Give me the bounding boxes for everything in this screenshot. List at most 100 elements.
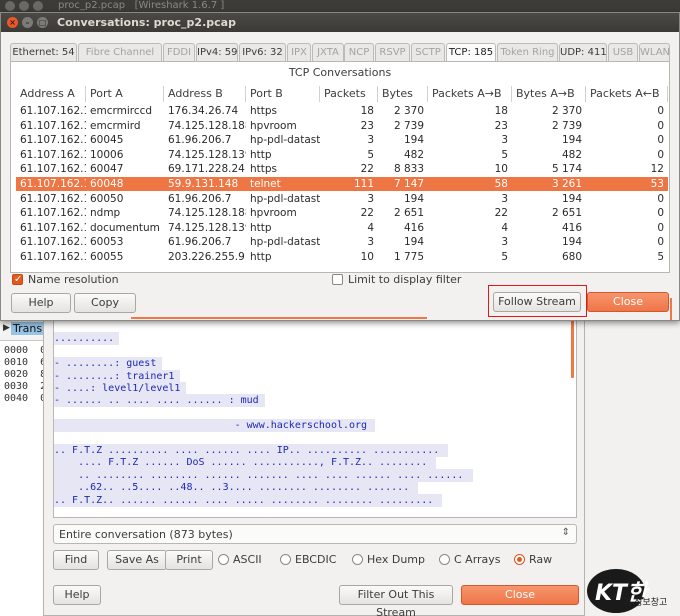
- column-header-7[interactable]: Bytes A→B: [512, 86, 586, 102]
- tab-tcp-185[interactable]: TCP: 185: [446, 43, 496, 62]
- table-cell: 74.125.128.139: [168, 148, 246, 161]
- table-row[interactable]: 61.107.162.19 emcrmirccd 176.34.26.74 https…: [16, 104, 668, 118]
- tab-udp-411[interactable]: UDP: 411: [559, 43, 607, 61]
- checkbox-unchecked-icon[interactable]: [332, 274, 343, 285]
- tab-ipx[interactable]: IPX: [287, 43, 311, 61]
- column-header-5[interactable]: Bytes: [378, 86, 428, 102]
- tab-usb[interactable]: USB: [608, 43, 638, 61]
- table-cell: 194: [403, 236, 424, 249]
- minimize-dot-icon[interactable]: [19, 1, 29, 11]
- packet-detail-row[interactable]: ▶ Trans: [0, 320, 45, 338]
- table-row[interactable]: 61.107.162.19 ndmp 74.125.128.188 hpvroom 22…: [16, 206, 668, 220]
- filter-out-stream-button[interactable]: Filter Out This Stream: [339, 585, 453, 616]
- tab-ncp[interactable]: NCP: [344, 43, 374, 61]
- stream-line: .. F.T.Z .......... .... ...... .... IP.…: [54, 444, 449, 457]
- tab-ethernet-54[interactable]: Ethernet: 54: [10, 43, 77, 61]
- watermark-sub-text: 의 정보창고: [623, 598, 668, 608]
- table-row[interactable]: 61.107.162.19 60047 69.171.228.24 https 22 8 …: [16, 162, 668, 176]
- checkbox-checked-icon[interactable]: [12, 272, 23, 288]
- tab-sctp[interactable]: SCTP: [411, 43, 445, 61]
- table-cell: 5: [501, 251, 508, 263]
- conversations-dialog: × – □ Conversations: proc_p2.pcap Ethern…: [0, 12, 680, 321]
- stream-help-button[interactable]: Help: [53, 585, 101, 605]
- format-radio-hex-dump[interactable]: Hex Dump: [352, 552, 425, 568]
- dialog-close-button[interactable]: Close: [587, 292, 669, 312]
- table-cell: 7 147: [393, 178, 424, 190]
- table-cell: 482: [403, 148, 424, 161]
- tab-fddi[interactable]: FDDI: [163, 43, 195, 61]
- table-cell: 3: [501, 236, 508, 249]
- table-cell: 0: [657, 134, 664, 147]
- find-button[interactable]: Find: [53, 550, 99, 570]
- stream-line: .. F.T.Z.. ...... ...... .... ..... ....…: [54, 493, 443, 507]
- table-cell: 0: [657, 221, 664, 234]
- table-cell: 2 370: [551, 105, 582, 117]
- stream-line: ..........: [54, 332, 119, 346]
- column-header-2[interactable]: Address B: [164, 86, 246, 102]
- table-row[interactable]: 61.107.162.19 60055 203.226.255.9 http 10 1 7…: [16, 250, 668, 264]
- column-header-4[interactable]: Packets: [320, 86, 378, 102]
- close-icon[interactable]: ×: [7, 17, 18, 28]
- format-radio-ebcdic[interactable]: EBCDIC: [280, 552, 336, 568]
- format-radio-ascii[interactable]: ASCII: [218, 552, 262, 568]
- column-header-6[interactable]: Packets A→B: [428, 86, 512, 102]
- radio-unselected-icon[interactable]: [218, 554, 229, 565]
- radio-unselected-icon[interactable]: [280, 554, 291, 565]
- table-cell: ndmp: [90, 207, 121, 220]
- tab-fibre-channel[interactable]: Fibre Channel: [78, 43, 162, 61]
- table-cell: 194: [561, 134, 582, 147]
- tab-token-ring[interactable]: Token Ring: [497, 43, 558, 61]
- radio-unselected-icon[interactable]: [352, 554, 363, 565]
- stream-close-button[interactable]: Close: [461, 585, 579, 605]
- table-row[interactable]: 61.107.162.19 10006 74.125.128.139 http 5 482…: [16, 148, 668, 162]
- format-radio-c-arrays[interactable]: C Arrays: [439, 552, 501, 568]
- name-resolution-checkbox[interactable]: Name resolution: [12, 272, 119, 288]
- stream-content[interactable]: .......... - ........: guest - ........: t…: [53, 318, 577, 518]
- dialog-help-button[interactable]: Help: [11, 293, 71, 313]
- column-header-0[interactable]: Address A: [16, 86, 86, 102]
- tab-wlan[interactable]: WLAN: [639, 43, 670, 61]
- table-cell: 2 651: [551, 207, 582, 220]
- table-vscroll-thumb[interactable]: [670, 298, 672, 320]
- table-row[interactable]: 61.107.162.19 60050 61.96.206.7 hp-pdl-data…: [16, 192, 668, 206]
- minimize-icon[interactable]: –: [22, 17, 33, 28]
- table-cell: 0: [657, 207, 664, 220]
- copy-button[interactable]: Copy: [74, 293, 136, 313]
- tab-rsvp[interactable]: RSVP: [375, 43, 410, 61]
- limit-display-filter-checkbox[interactable]: Limit to display filter: [332, 272, 461, 288]
- tab-ipv6-32[interactable]: IPv6: 32: [239, 43, 286, 61]
- conversations-table: TCP Conversations Address A Port A Address…: [10, 61, 672, 320]
- close-dot-icon[interactable]: [5, 1, 15, 11]
- column-header-3[interactable]: Port B: [246, 86, 320, 102]
- radio-unselected-icon[interactable]: [439, 554, 450, 565]
- stream-scroll-thumb[interactable]: [571, 318, 574, 378]
- table-cell: 61.107.162.19: [20, 105, 86, 117]
- window-controls[interactable]: [5, 1, 47, 12]
- packet-detail-label[interactable]: Trans: [11, 322, 45, 335]
- table-cell: 2 739: [393, 119, 424, 132]
- stream-line: - ........: guest: [54, 357, 162, 371]
- tab-ipv4-59[interactable]: IPv4: 59: [196, 43, 238, 61]
- table-row[interactable]: 61.107.162.19 emcrmird 74.125.128.188 hpvro…: [16, 119, 668, 133]
- table-row[interactable]: 61.107.162.19 60045 61.96.206.7 hp-pdl-data…: [16, 133, 668, 147]
- maximize-dot-icon[interactable]: [33, 1, 43, 11]
- print-button[interactable]: Print: [165, 550, 213, 570]
- format-radio-raw[interactable]: Raw: [514, 552, 552, 568]
- table-row[interactable]: 61.107.162.19 60053 61.96.206.7 hp-pdl-data…: [16, 235, 668, 249]
- save-as-button[interactable]: Save As: [107, 550, 167, 570]
- stream-scrollbar[interactable]: [570, 318, 576, 517]
- column-header-1[interactable]: Port A: [86, 86, 164, 102]
- table-row[interactable]: 61.107.162.19 documentum 74.125.128.139 htt…: [16, 221, 668, 235]
- column-header-8[interactable]: Packets A←B: [586, 86, 668, 102]
- table-cell: 111: [353, 178, 374, 190]
- radio-selected-icon[interactable]: [514, 554, 525, 565]
- table-cell: 194: [561, 192, 582, 205]
- table-cell: 23: [360, 119, 374, 132]
- conversation-select[interactable]: Entire conversation (873 bytes) ⇕: [53, 524, 577, 544]
- maximize-icon[interactable]: □: [37, 17, 48, 28]
- expand-arrow-icon[interactable]: ▶: [3, 323, 10, 333]
- tab-jxta[interactable]: JXTA: [312, 43, 344, 61]
- table-hscroll-thumb[interactable]: [131, 317, 427, 319]
- table-row-selected[interactable]: 61.107.162.19 60048 59.9.131.148 telnet 111 7…: [16, 177, 668, 191]
- table-cell: 203.226.255.9: [168, 251, 245, 263]
